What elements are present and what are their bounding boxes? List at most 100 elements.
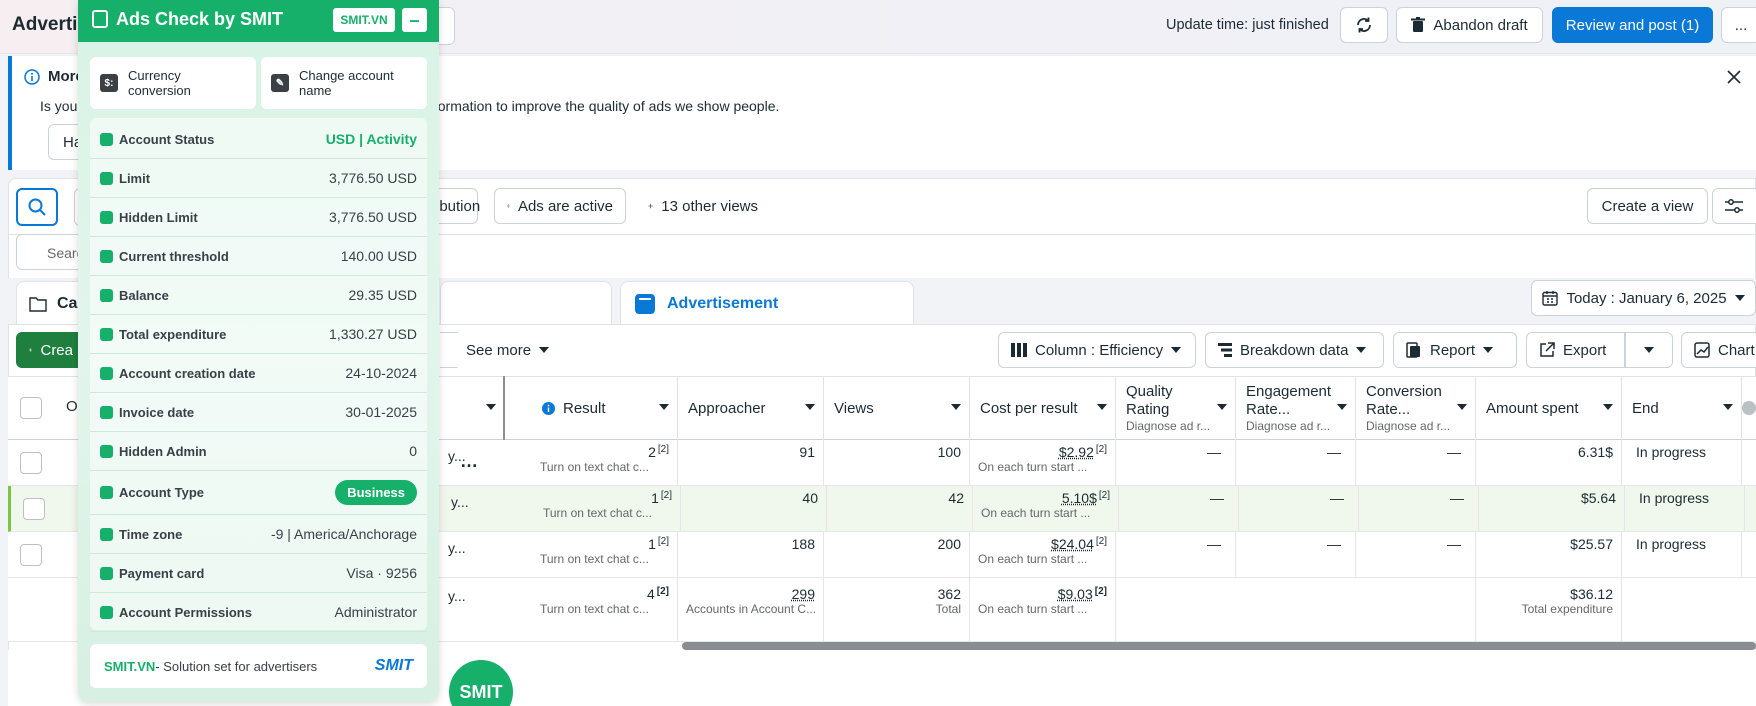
cell-text-cost: $2.92	[1058, 444, 1094, 460]
table-cell-approacher: 299 Accounts in Account C...	[678, 578, 824, 642]
cell-value-amount: $5.64	[1487, 490, 1616, 506]
cell-text-amount: $5.64	[1580, 490, 1616, 506]
refresh-button[interactable]	[1340, 7, 1388, 43]
row-checkbox[interactable]	[20, 452, 42, 474]
view-chip-other[interactable]: 13 other views	[636, 188, 770, 224]
export-dropdown-button[interactable]	[1625, 332, 1673, 368]
create-view-button[interactable]: Create a view	[1587, 188, 1708, 224]
add-column-icon[interactable]	[1742, 401, 1756, 415]
table-cell-approacher: 40	[681, 486, 827, 532]
smit-info-value: 24-10-2024	[345, 365, 417, 381]
column-header-views[interactable]: Views	[824, 376, 970, 440]
cell-text-engagement: —	[1327, 444, 1341, 460]
breakdown-button[interactable]: Breakdown data	[1205, 332, 1384, 368]
view-chip-active[interactable]: Ads are active	[494, 188, 626, 224]
chevron-down-icon	[1171, 347, 1182, 353]
shield-icon	[100, 444, 113, 458]
tab-advertisement[interactable]: Advertisement	[620, 281, 914, 325]
more-options-button[interactable]: ...	[1721, 7, 1756, 43]
row-more-options-icon[interactable]: …	[460, 452, 478, 470]
currency-conversion-button[interactable]: $: Currency conversion	[90, 57, 256, 109]
table-cell-cost: 5.10$ [2] On each turn start ...	[973, 486, 1119, 532]
see-more-button[interactable]: See more	[454, 332, 556, 368]
smit-info-label-text: Invoice date	[119, 404, 195, 420]
smit-info-row: Account Status USD | Activity	[90, 120, 427, 159]
smit-info-label-text: Payment card	[119, 565, 205, 581]
close-icon[interactable]	[1727, 70, 1741, 84]
table-cell-amount: 6.31$	[1476, 440, 1622, 486]
table-cell-quality: —	[1119, 486, 1239, 532]
create-button[interactable]: Crea	[16, 332, 86, 368]
abandon-draft-button[interactable]: Abandon draft	[1396, 7, 1543, 43]
change-account-name-button[interactable]: ✎ Change account name	[261, 57, 427, 109]
column-header-result[interactable]: Result	[532, 376, 678, 440]
cell-value-result: 1 [2]	[540, 536, 669, 552]
column-header-amount[interactable]: Amount spent	[1476, 376, 1622, 440]
review-and-post-button[interactable]: Review and post (1)	[1552, 7, 1713, 43]
smit-site-badge[interactable]: SMIT.VN	[333, 8, 395, 32]
cell-sub-amount: Total expenditure	[1521, 602, 1613, 616]
smit-info-label: Total expenditure	[100, 327, 329, 342]
minimize-button[interactable]: –	[402, 8, 427, 32]
cell-value-engagement: —	[1244, 536, 1347, 552]
settings-button[interactable]	[1712, 188, 1756, 224]
smit-logo-icon	[92, 10, 108, 28]
smit-info-label: Account Status	[100, 132, 326, 147]
search-input[interactable]: Search	[16, 234, 86, 270]
column-header-approacher[interactable]: Approacher	[678, 376, 824, 440]
column-header-engagement[interactable]: Engagement Rate... Diagnose ad r...	[1236, 376, 1356, 440]
cell-text-views: 200	[937, 536, 961, 552]
row-checkbox[interactable]	[23, 498, 45, 520]
cell-sup-result: [2]	[657, 536, 669, 547]
export-button[interactable]: Export	[1526, 332, 1625, 368]
table-cell-quality: —	[1116, 440, 1236, 486]
cell-sup-cost: [2]	[1098, 490, 1110, 501]
tab-ad-set[interactable]	[440, 281, 612, 325]
horizontal-scrollbar[interactable]	[682, 642, 1756, 650]
cell-sub-result: Turn on text chat c...	[543, 506, 652, 520]
column-header-name[interactable]	[440, 376, 505, 440]
cell-text-amount: $36.12	[1570, 586, 1613, 602]
abandon-draft-label: Abandon draft	[1433, 16, 1528, 34]
column-header-cost[interactable]: Cost per result	[970, 376, 1116, 440]
table-cell-end: In progress	[1625, 486, 1745, 532]
date-picker-button[interactable]: Today : January 6, 2025	[1531, 280, 1756, 316]
plus-icon	[29, 348, 33, 352]
edit-icon: ✎	[271, 74, 289, 92]
column-header-conversion[interactable]: Conversion Rate... Diagnose ad r...	[1356, 376, 1476, 440]
cell-text-approacher: 91	[799, 444, 815, 460]
column-header-end[interactable]: End	[1622, 376, 1742, 440]
smit-info-value: 0	[409, 443, 417, 459]
more-options-label: ...	[1734, 16, 1748, 34]
column-header-approacher-label: Approacher	[688, 399, 766, 417]
row-checkbox[interactable]	[20, 544, 42, 566]
smit-info-value: 1,330.27 USD	[329, 326, 417, 342]
smit-info-row: Time zone -9 | America/Anchorage	[90, 515, 427, 554]
smit-info-row: Current threshold 140.00 USD	[90, 237, 427, 276]
cell-value-result: 2 [2]	[540, 444, 669, 460]
smit-info-value: 29.35 USD	[348, 287, 417, 303]
cell-text-result: 4	[646, 586, 655, 602]
folder-icon	[29, 296, 47, 312]
cell-sub-result: Turn on text chat c...	[540, 552, 649, 566]
column-header-quality[interactable]: Quality Rating Diagnose ad r...	[1116, 376, 1236, 440]
cell-sub-result: Turn on text chat c...	[540, 602, 649, 616]
column-header-quality-sub: Diagnose ad r...	[1126, 419, 1211, 433]
piggy-bank-icon	[100, 210, 113, 224]
report-button[interactable]: Report	[1393, 332, 1517, 368]
table-cell-cost: $2.92 [2] On each turn start ...	[970, 440, 1116, 486]
smit-info-row: Limit 3,776.50 USD	[90, 159, 427, 198]
search-icon	[28, 198, 46, 216]
create-label: Crea	[40, 341, 73, 359]
search-button[interactable]	[16, 188, 58, 226]
cell-value-approacher: 299	[686, 586, 815, 602]
smit-info-label-text: Total expenditure	[119, 326, 227, 342]
chart-button[interactable]: Chart	[1681, 332, 1756, 368]
cell-text-end: In progress	[1636, 444, 1707, 460]
column-button[interactable]: Column : Efficiency	[998, 332, 1196, 368]
cell-value-amount: $36.12	[1484, 586, 1613, 602]
table-cell-engagement: —	[1236, 532, 1356, 578]
cell-value-amount: 6.31$	[1484, 444, 1613, 460]
tab-campaign[interactable]: Ca	[16, 281, 86, 325]
select-all-checkbox[interactable]	[20, 397, 42, 419]
